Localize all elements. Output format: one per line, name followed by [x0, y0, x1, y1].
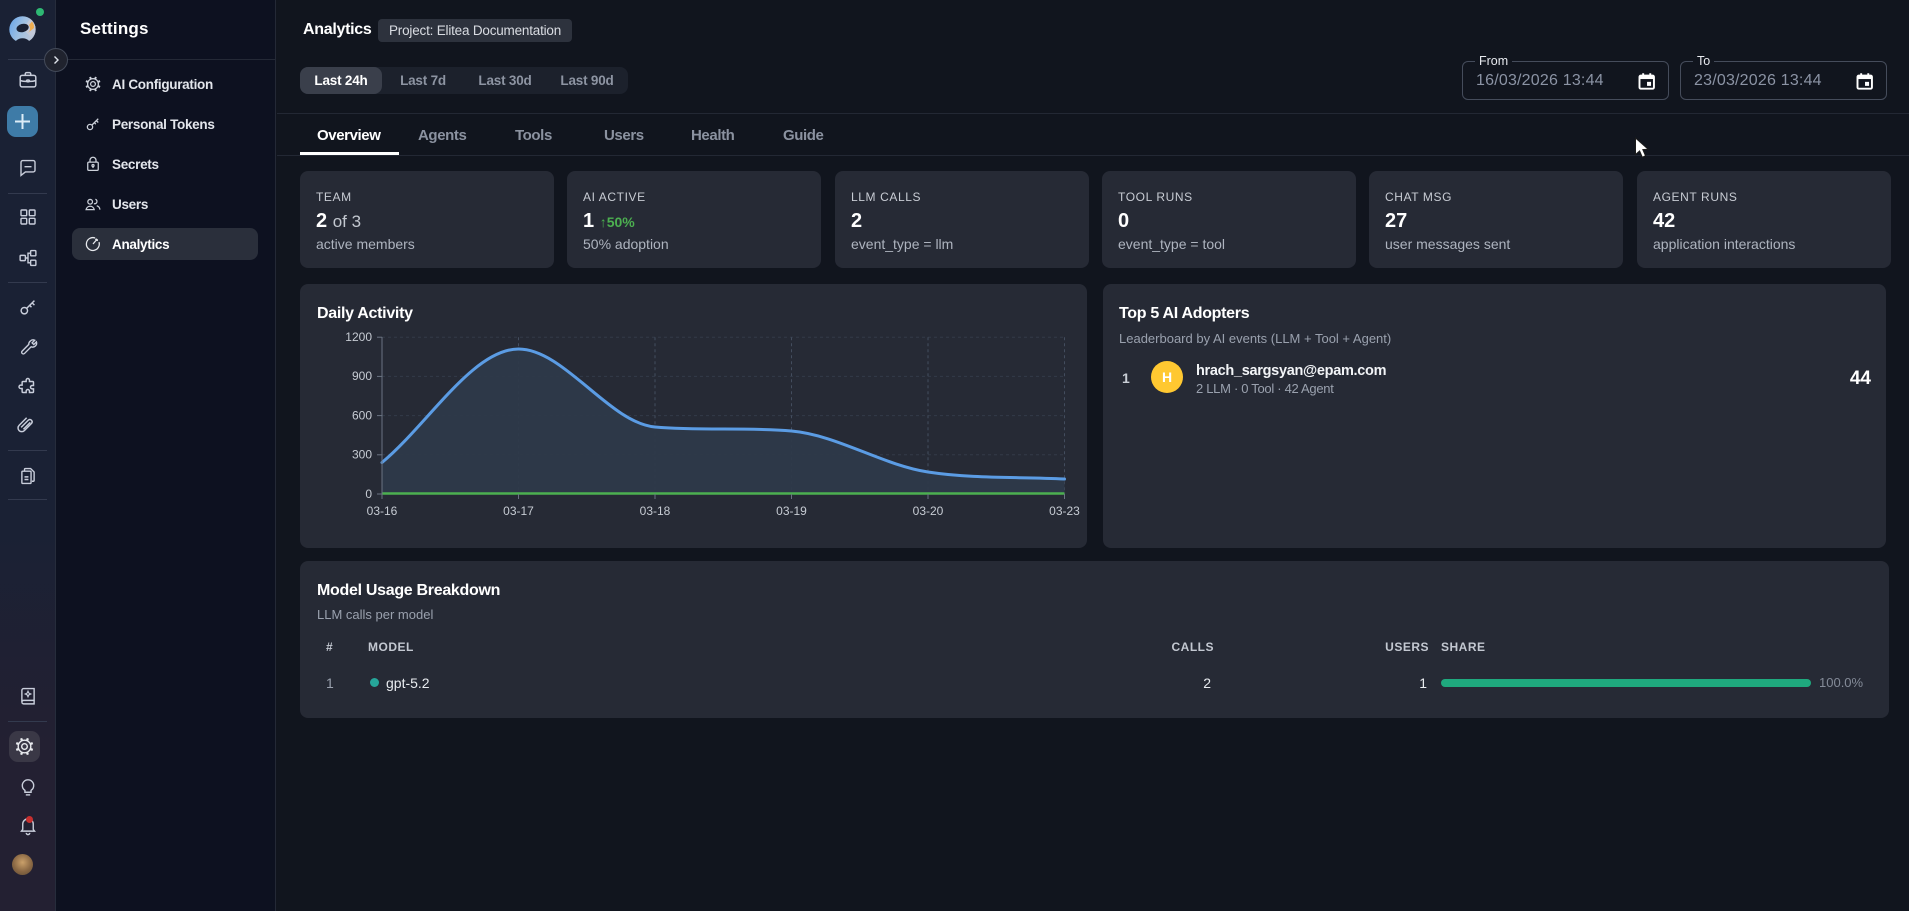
svg-text:03-20: 03-20: [913, 504, 944, 518]
svg-text:1200: 1200: [345, 330, 372, 344]
svg-text:600: 600: [352, 408, 372, 422]
svg-text:03-16: 03-16: [367, 504, 398, 518]
svg-text:03-17: 03-17: [503, 504, 534, 518]
svg-text:300: 300: [352, 448, 372, 462]
svg-text:03-19: 03-19: [776, 504, 807, 518]
svg-text:03-18: 03-18: [640, 504, 671, 518]
svg-text:0: 0: [365, 487, 372, 501]
svg-text:03-23: 03-23: [1049, 504, 1080, 518]
svg-text:900: 900: [352, 369, 372, 383]
